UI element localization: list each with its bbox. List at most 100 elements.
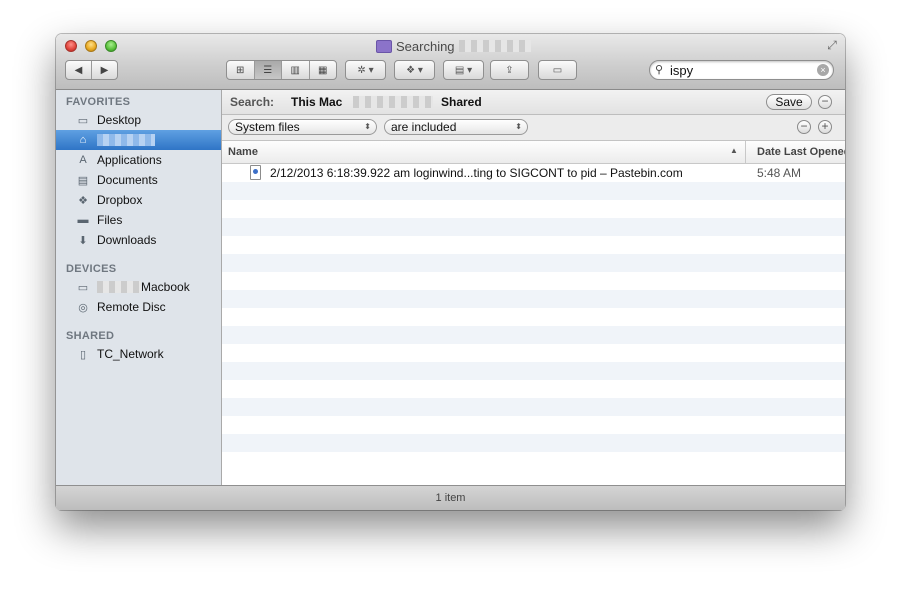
empty-row — [222, 452, 845, 470]
column-divider[interactable] — [745, 141, 746, 163]
sort-ascending-icon: ▲ — [730, 146, 738, 155]
save-search-button[interactable]: Save — [766, 94, 812, 110]
empty-row — [222, 380, 845, 398]
search-criteria-row: System files ⬍ are included ⬍ − + — [222, 115, 845, 141]
tags-button[interactable]: ▭ — [538, 60, 577, 80]
view-mode-control: ⊞ ☰ ▥ ▦ — [226, 60, 337, 80]
result-date: 5:48 AM — [757, 166, 802, 180]
documents-icon: ▤ — [77, 174, 89, 187]
fullscreen-icon[interactable]: ⤢ — [825, 38, 839, 52]
empty-row — [222, 218, 845, 236]
column-header: Name ▲ Date Last Opened — [222, 141, 845, 164]
results-list: 2/12/2013 6:18:39.922 am loginwind...tin… — [222, 164, 845, 479]
sidebar-item-applications[interactable]: A Applications — [56, 150, 221, 170]
finder-window: Searching ⤢ ◀ ▶ ⊞ ☰ ▥ ▦ ✲ ▾ ❖ ▾ ▤ ▾ ⇪ ▭ — [56, 34, 845, 510]
empty-row — [222, 326, 845, 344]
search-field[interactable]: ⚲ ispy × — [649, 60, 834, 80]
empty-row — [222, 182, 845, 200]
sidebar-item-dropbox[interactable]: ❖ Dropbox — [56, 190, 221, 210]
sidebar-heading-devices: DEVICES — [66, 263, 117, 275]
sidebar-item-downloads[interactable]: ⬇ Downloads — [56, 230, 221, 250]
empty-row — [222, 398, 845, 416]
redacted-text — [97, 281, 141, 293]
smart-folder-icon — [376, 39, 392, 53]
sidebar-item-files[interactable]: ▬ Files — [56, 210, 221, 230]
search-scope-label: Search: — [230, 95, 275, 109]
empty-row — [222, 308, 845, 326]
sidebar-item-label: Desktop — [97, 113, 142, 127]
empty-row — [222, 362, 845, 380]
redacted-text — [97, 134, 155, 146]
sidebar-item-label: Documents — [97, 173, 158, 187]
clear-search-icon[interactable]: × — [817, 64, 829, 76]
back-button[interactable]: ◀ — [66, 61, 92, 79]
action-menu-button[interactable]: ✲ ▾ — [345, 60, 386, 80]
add-criteria-button[interactable]: + — [818, 120, 832, 134]
server-icon: ▯ — [79, 348, 87, 361]
item-count: 1 item — [435, 492, 466, 504]
scope-shared-button[interactable]: Shared — [441, 95, 482, 109]
sidebar-heading-shared: SHARED — [66, 330, 115, 342]
empty-row — [222, 290, 845, 308]
applications-icon: A — [79, 154, 87, 166]
close-window-button[interactable] — [65, 40, 77, 52]
disc-icon: ◎ — [78, 301, 88, 314]
dropbox-menu-button[interactable]: ❖ ▾ — [394, 60, 435, 80]
share-button[interactable]: ⇪ — [490, 60, 529, 80]
window-title: Searching — [376, 38, 531, 54]
column-date-header[interactable]: Date Last Opened — [757, 146, 845, 158]
window-title-text: Searching — [396, 38, 455, 54]
sidebar-item-desktop[interactable]: ▭ Desktop — [56, 110, 221, 130]
sidebar-item-tc-network[interactable]: ▯ TC_Network — [56, 344, 221, 364]
empty-row — [222, 416, 845, 434]
sidebar-item-label: Applications — [97, 153, 162, 167]
icon-view-button[interactable]: ⊞ — [227, 61, 255, 79]
sidebar-item-label: Macbook — [141, 280, 190, 294]
criteria-condition-popup[interactable]: are included ⬍ — [384, 119, 528, 135]
dropbox-icon: ❖ ▾ — [406, 64, 423, 76]
empty-row — [222, 254, 845, 272]
sidebar-item-macbook[interactable]: ▭ Macbook — [56, 277, 221, 297]
status-bar: 1 item — [56, 485, 845, 510]
sidebar-item-documents[interactable]: ▤ Documents — [56, 170, 221, 190]
scope-this-mac-button[interactable]: This Mac — [291, 95, 342, 109]
sidebar-item-label: Files — [97, 213, 123, 227]
back-forward-control: ◀ ▶ — [65, 60, 118, 80]
criteria-kind-value: System files — [235, 120, 300, 134]
result-name: 2/12/2013 6:18:39.922 am loginwind...tin… — [270, 166, 683, 180]
titlebar: Searching ⤢ ◀ ▶ ⊞ ☰ ▥ ▦ ✲ ▾ ❖ ▾ ▤ ▾ ⇪ ▭ — [56, 34, 845, 90]
folder-icon: ▬ — [77, 214, 89, 226]
dropbox-icon: ❖ — [78, 194, 88, 207]
forward-button[interactable]: ▶ — [92, 61, 117, 79]
search-scope-bar: Search: This Mac Shared Save − — [222, 90, 845, 115]
arrange-icon: ▤ ▾ — [454, 64, 473, 76]
search-icon: ⚲ — [655, 64, 664, 76]
sidebar-item-label: Downloads — [97, 233, 157, 247]
arrange-menu-button[interactable]: ▤ ▾ — [443, 60, 484, 80]
sidebar-item-label: Dropbox — [97, 193, 143, 207]
content-area: Search: This Mac Shared Save − System fi… — [222, 90, 845, 493]
gear-icon: ✲ ▾ — [357, 64, 374, 76]
remove-criteria-button[interactable]: − — [797, 120, 811, 134]
criteria-kind-popup[interactable]: System files ⬍ — [228, 119, 377, 135]
home-icon: ⌂ — [79, 134, 87, 146]
table-row[interactable]: 2/12/2013 6:18:39.922 am loginwind...tin… — [222, 164, 845, 182]
sidebar-item-label: Remote Disc — [97, 300, 166, 314]
column-view-button[interactable]: ▥ — [282, 61, 310, 79]
updown-arrows-icon: ⬍ — [515, 122, 522, 131]
sidebar-item-remote-disc[interactable]: ◎ Remote Disc — [56, 297, 221, 317]
empty-row — [222, 272, 845, 290]
close-search-button[interactable]: − — [818, 95, 832, 109]
result-row[interactable]: 2/12/2013 6:18:39.922 am loginwind...tin… — [222, 164, 845, 182]
sidebar-item-home[interactable]: ⌂ — [56, 130, 221, 150]
minimize-window-button[interactable] — [85, 40, 97, 52]
coverflow-view-button[interactable]: ▦ — [310, 61, 337, 79]
zoom-window-button[interactable] — [105, 40, 117, 52]
laptop-icon: ▭ — [77, 281, 89, 294]
sidebar-item-label: TC_Network — [97, 347, 164, 361]
redacted-text — [353, 96, 433, 108]
empty-row — [222, 236, 845, 254]
column-name-header[interactable]: Name — [228, 146, 258, 158]
search-query[interactable]: ispy — [670, 63, 693, 78]
list-view-button[interactable]: ☰ — [254, 61, 282, 79]
